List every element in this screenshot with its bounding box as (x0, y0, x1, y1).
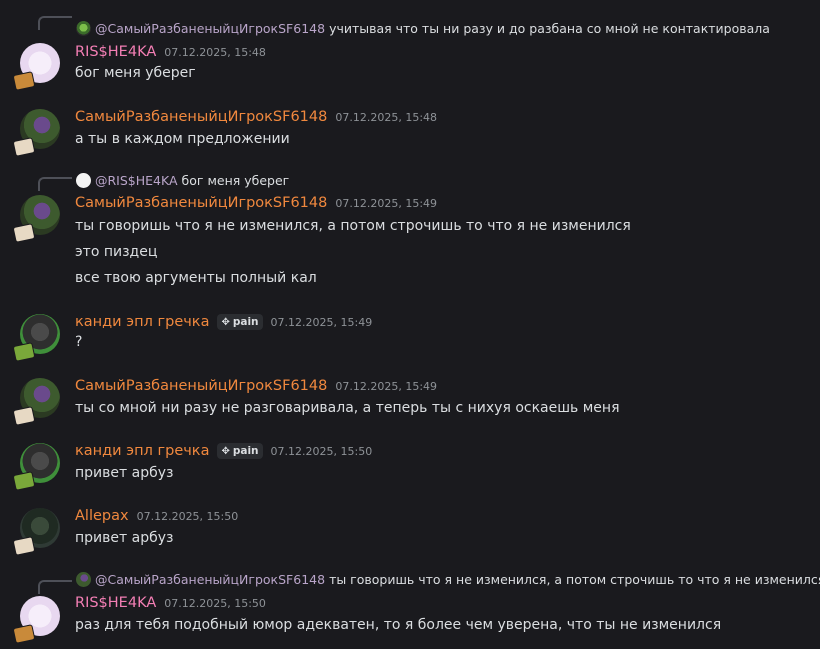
reply-text: бог меня уберег (181, 172, 290, 188)
reply-mention[interactable]: @RIS$HE4KA (95, 173, 178, 188)
message-text: привет арбуз (75, 530, 174, 546)
message-header: канди эпл гречка ✥ pain 07.12.2025, 15:4… (75, 312, 372, 332)
guild-tag-label: pain (232, 316, 259, 328)
timestamp: 07.12.2025, 15:48 (335, 110, 438, 124)
message-header: RIS$HE4KA 07.12.2025, 15:48 (75, 42, 266, 62)
message-header: СамыйРазбаненыйцИгрокSF6148 07.12.2025, … (75, 193, 437, 213)
timestamp: 07.12.2025, 15:50 (270, 444, 373, 458)
timestamp: 07.12.2025, 15:49 (335, 196, 438, 210)
timestamp: 07.12.2025, 15:49 (335, 379, 438, 393)
message-text: раз для тебя подобный юмор адекватен, то… (75, 617, 722, 633)
avatar-decoration-icon (12, 624, 36, 644)
reply-text: учитывая что ты ни разу и до разбана со … (329, 20, 770, 36)
reply-avatar (76, 20, 91, 36)
message-text: это пиздец (75, 244, 158, 260)
reply-preview[interactable]: @RIS$HE4KA бог меня уберег (76, 172, 289, 188)
guild-tag[interactable]: ✥ pain (217, 314, 263, 330)
username[interactable]: СамыйРазбаненыйцИгрокSF6148 (75, 378, 327, 394)
username[interactable]: RIS$HE4KA (75, 44, 156, 60)
reply-avatar (76, 172, 91, 188)
username[interactable]: Allepax (75, 508, 129, 524)
timestamp: 07.12.2025, 15:48 (164, 45, 266, 59)
reply-preview[interactable]: @СамыйРазбаненыйцИгрокSF6148 учитывая чт… (76, 20, 770, 36)
username[interactable]: канди эпл гречка (75, 314, 209, 330)
avatar-decoration-icon (12, 71, 36, 91)
avatar[interactable] (12, 43, 60, 91)
message-text: привет арбуз (75, 465, 174, 481)
reply-connector (38, 16, 72, 30)
avatar[interactable] (12, 378, 60, 426)
message-header: канди эпл гречка ✥ pain 07.12.2025, 15:5… (75, 441, 372, 461)
avatar-decoration-icon (12, 406, 36, 426)
reply-mention[interactable]: @СамыйРазбаненыйцИгрокSF6148 (95, 572, 325, 587)
reply-connector (38, 177, 72, 191)
avatar-decoration-icon (12, 223, 36, 243)
avatar-decoration-icon (12, 471, 36, 491)
avatar[interactable] (12, 443, 60, 491)
reply-mention[interactable]: @СамыйРазбаненыйцИгрокSF6148 (95, 21, 325, 36)
timestamp: 07.12.2025, 15:50 (136, 509, 239, 523)
username[interactable]: RIS$HE4KA (75, 595, 156, 611)
avatar-decoration-icon (12, 536, 36, 556)
guild-tag[interactable]: ✥ pain (217, 443, 263, 459)
message-text: ты говоришь что я не изменился, а потом … (75, 218, 631, 234)
message-text: все твою аргументы полный кал (75, 270, 317, 286)
username[interactable]: СамыйРазбаненыйцИгрокSF6148 (75, 109, 327, 125)
avatar-decoration-icon (12, 342, 36, 362)
reply-preview[interactable]: @СамыйРазбаненыйцИгрокSF6148 ты говоришь… (76, 571, 820, 587)
message-header: СамыйРазбаненыйцИгрокSF6148 07.12.2025, … (75, 376, 437, 396)
message-text: ты со мной ни разу не разговаривала, а т… (75, 400, 620, 416)
message-header: СамыйРазбаненыйцИгрокSF6148 07.12.2025, … (75, 107, 437, 127)
avatar[interactable] (12, 596, 60, 644)
reply-connector (38, 580, 72, 594)
timestamp: 07.12.2025, 15:49 (270, 315, 373, 329)
avatar-decoration-icon (12, 137, 36, 157)
message-text: а ты в каждом предложении (75, 131, 290, 147)
timestamp: 07.12.2025, 15:50 (164, 596, 266, 610)
reply-text: ты говоришь что я не изменился, а потом … (329, 571, 820, 587)
message-text: бог меня уберег (75, 65, 196, 81)
guild-tag-label: pain (232, 445, 259, 457)
username[interactable]: СамыйРазбаненыйцИгрокSF6148 (75, 195, 327, 211)
avatar[interactable] (12, 314, 60, 362)
avatar[interactable] (12, 508, 60, 556)
username[interactable]: канди эпл гречка (75, 443, 209, 459)
guild-tag-icon: ✥ (221, 445, 230, 457)
avatar[interactable] (12, 195, 60, 243)
avatar[interactable] (12, 109, 60, 157)
message-text: ? (75, 334, 83, 350)
message-header: RIS$HE4KA 07.12.2025, 15:50 (75, 593, 266, 613)
message-header: Allepax 07.12.2025, 15:50 (75, 506, 238, 526)
guild-tag-icon: ✥ (221, 316, 230, 328)
reply-avatar (76, 571, 91, 587)
